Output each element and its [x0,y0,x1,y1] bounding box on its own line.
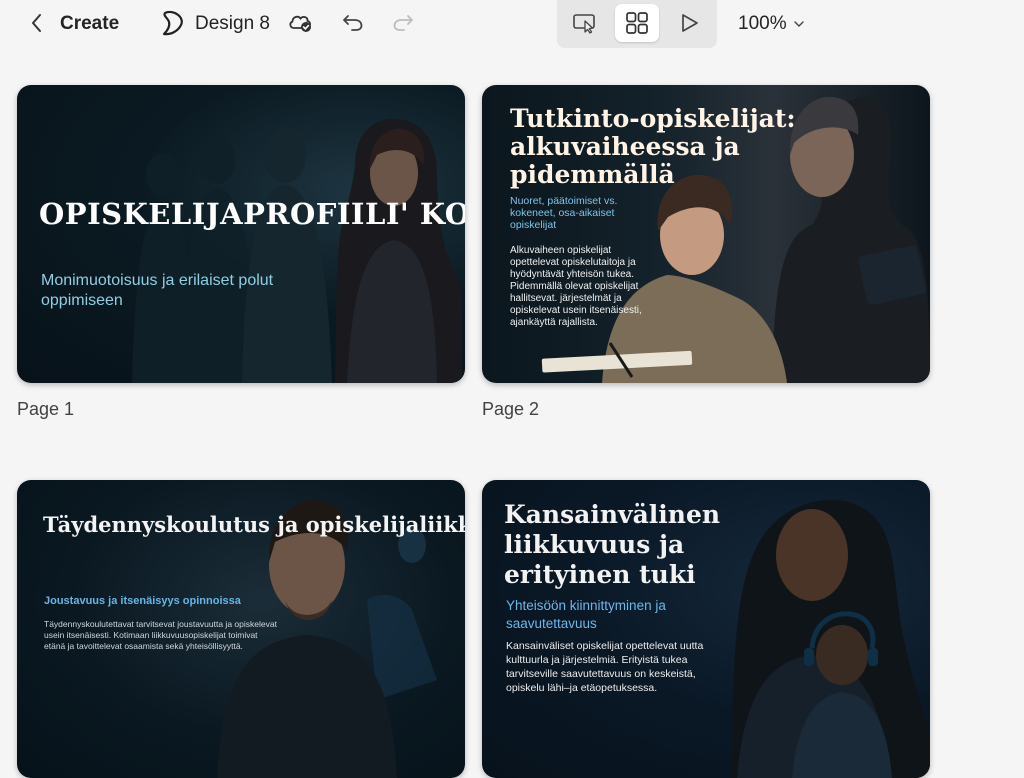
page-thumbnail-3[interactable]: Täydennyskoulutus ja opiskelijaliikkuvuu… [17,480,465,778]
slide-title: OPISKELIJAPROFIILI' KORKEAKOULUISSA [39,197,465,231]
zoom-level: 100% [738,13,787,34]
back-button[interactable] [24,8,50,38]
page-label-1: Page 1 [17,399,75,419]
page-thumbnail-2[interactable]: Tutkinto-opiskelijat: alkuvaiheessa ja p… [482,85,930,383]
slide-title: Kansainvälinen liikkuvuus ja erityinen t… [504,500,721,589]
cloud-saved-icon[interactable] [288,10,314,36]
page-thumbnail-4[interactable]: Kansainvälinen liikkuvuus ja erityinen t… [482,480,930,778]
undo-icon [343,15,363,31]
undo-button[interactable] [340,9,366,35]
design-logo-icon [158,8,188,38]
redo-icon [393,15,413,31]
slide-title: Täydennyskoulutus ja opiskelijaliikkuvuu… [43,512,465,537]
play-button[interactable] [667,4,711,42]
play-icon [682,14,698,32]
page-thumbnail-1[interactable]: OPISKELIJAPROFIILI' KORKEAKOULUISSA Moni… [17,85,465,383]
cursor-present-icon [573,14,595,34]
slide-body: Täydennyskoulutettavat tarvitsevat joust… [44,619,277,651]
slide-title: Tutkinto-opiskelijat: alkuvaiheessa ja p… [510,104,796,189]
slide-body: Kansainväliset opiskelijat opettelevat u… [506,640,704,694]
grid-view-icon [626,12,648,34]
create-label[interactable]: Create [60,10,119,38]
chevron-down-icon [793,21,804,27]
slide-subtitle: Nuoret, päätoimiset vs. kokeneet, osa-ai… [510,195,618,231]
view-mode-group [557,0,717,48]
slide-subtitle: Monimuotoisuus ja erilaiset polut oppimi… [41,272,274,309]
zoom-dropdown[interactable]: 100% [738,10,805,38]
design-name[interactable]: Design 8 [195,10,270,38]
present-cursor-button[interactable] [563,4,607,42]
grid-view-button[interactable] [615,4,659,42]
chevron-left-icon [32,14,41,32]
students-illustration [132,118,462,383]
slide-body: Alkuvaiheen opiskelijat opettelevat opis… [510,245,642,328]
page-label-2: Page 2 [482,399,540,419]
redo-button[interactable] [390,9,416,35]
slide-subtitle: Joustavuus ja itsenäisyys opinnoissa [44,595,241,607]
slide-subtitle: Yhteisöön kiinnittyminen ja saavutettavu… [506,598,666,631]
top-toolbar: Create Design 8 100% [0,0,1024,48]
